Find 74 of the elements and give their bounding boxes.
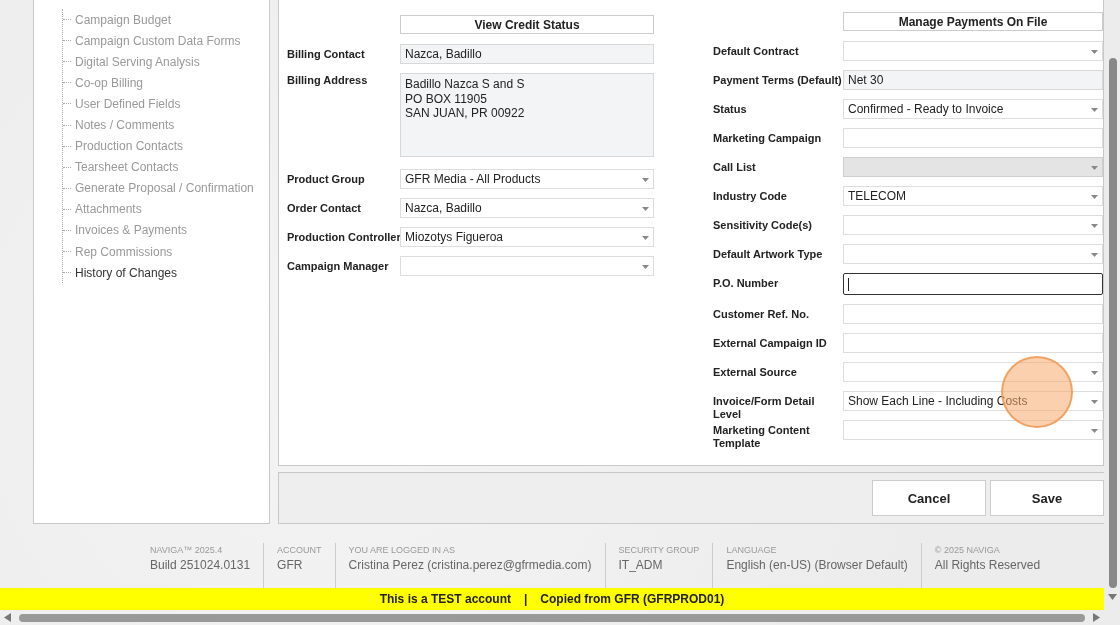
- footer-value: English (en-US) (Browser Default): [726, 557, 908, 573]
- select-field[interactable]: [843, 215, 1103, 235]
- select-field[interactable]: Show Each Line - Including Costs: [843, 391, 1103, 411]
- input-field[interactable]: Net 30: [843, 70, 1103, 90]
- field-label: Status: [713, 103, 748, 116]
- footer-caption: SECURITY GROUP: [618, 544, 700, 557]
- address-line: SAN JUAN, PR 00922: [405, 106, 525, 121]
- footer-caption: LANGUAGE: [726, 544, 778, 557]
- banner-text: |: [524, 592, 528, 606]
- field-label: Product Group: [287, 173, 365, 185]
- dropdown-caret-icon[interactable]: [1091, 224, 1098, 228]
- footer-caption: ACCOUNT: [277, 544, 322, 557]
- scroll-down-icon[interactable]: [1108, 594, 1117, 600]
- field-label: Payment Terms (Default): [713, 74, 843, 87]
- address-field[interactable]: Badillo Nazca S and S PO BOX 11905 SAN JUAN, PR 00922: [400, 73, 654, 157]
- select-field[interactable]: Nazca, Badillo: [400, 198, 654, 218]
- select-field[interactable]: Confirmed - Ready to Invoice: [843, 99, 1103, 119]
- footer-caption: NAVIGA™ 2025.4: [150, 544, 224, 557]
- field-label: Default Artwork Type: [713, 248, 824, 261]
- field-label: Sensitivity Code(s): [713, 219, 814, 232]
- footer-caption: YOU ARE LOGGED IN AS: [348, 544, 457, 557]
- field-label: External Campaign ID: [713, 337, 828, 350]
- field-label: Invoice/Form Detail Level: [713, 395, 816, 421]
- field-label: Campaign Manager: [287, 260, 389, 272]
- footer-value: GFR: [277, 557, 304, 573]
- field-label: P.O. Number: [713, 277, 780, 290]
- dropdown-caret-icon[interactable]: [642, 207, 649, 211]
- select-field[interactable]: [400, 256, 654, 276]
- field-label: Order Contact: [287, 202, 361, 214]
- dropdown-caret-icon[interactable]: [1091, 429, 1098, 433]
- banner-text: This is a TEST account: [379, 592, 511, 606]
- footer-value: IT_ADM: [618, 557, 664, 573]
- view-credit-button[interactable]: View Credit Status: [400, 15, 654, 34]
- field-label: Industry Code: [713, 190, 788, 203]
- scroll-left-icon[interactable]: [4, 613, 11, 622]
- dropdown-caret-icon[interactable]: [1091, 371, 1098, 375]
- input-field[interactable]: [843, 273, 1103, 295]
- select-field[interactable]: [843, 362, 1103, 382]
- cancel-button[interactable]: Cancel: [872, 480, 986, 516]
- manage-payments-button[interactable]: Manage Payments On File: [843, 12, 1103, 31]
- select-field[interactable]: [843, 244, 1103, 264]
- field-label: Marketing Content Template: [713, 424, 811, 450]
- select-field[interactable]: GFR Media - All Products: [400, 169, 654, 189]
- dropdown-caret-icon[interactable]: [1091, 50, 1098, 54]
- dropdown-caret-icon[interactable]: [642, 178, 649, 182]
- field-label: Default Contract: [713, 45, 800, 58]
- footer-value: Build 251024.0131: [150, 557, 251, 573]
- dropdown-caret-icon[interactable]: [642, 265, 649, 269]
- dropdown-caret-icon[interactable]: [642, 236, 649, 240]
- footer-caption: © 2025 NAVIGA: [934, 544, 1001, 557]
- dropdown-caret-icon[interactable]: [1091, 400, 1098, 404]
- field-label: Billing Contact: [287, 48, 365, 60]
- select-field[interactable]: TELECOM: [843, 186, 1103, 206]
- sidebar-item[interactable]: History of Changes: [75, 265, 178, 280]
- field-label: Production Controller: [287, 231, 401, 243]
- field-label: Billing Address: [287, 74, 368, 86]
- field-label: External Source: [713, 366, 798, 379]
- dropdown-caret-icon[interactable]: [1091, 253, 1098, 257]
- select-field[interactable]: [843, 420, 1103, 440]
- input-field[interactable]: Nazca, Badillo: [400, 44, 654, 64]
- footer-value: All Rights Reserved: [934, 557, 1041, 573]
- scroll-right-icon[interactable]: [1093, 613, 1100, 622]
- select-field[interactable]: [843, 41, 1103, 61]
- field-label: Customer Ref. No.: [713, 308, 810, 321]
- field-label: Marketing Campaign: [713, 132, 823, 145]
- dropdown-caret-icon[interactable]: [1091, 195, 1098, 199]
- address-line: PO BOX 11905: [405, 91, 487, 106]
- address-line: Badillo Nazca S and S: [405, 77, 525, 92]
- save-button[interactable]: Save: [990, 480, 1104, 516]
- footer-value: Cristina Perez (cristina.perez@gfrmedia.com): [348, 557, 592, 573]
- select-field[interactable]: Miozotys Figueroa: [400, 227, 654, 247]
- field-label: Call List: [713, 161, 757, 174]
- dropdown-caret-icon[interactable]: [1091, 108, 1098, 112]
- banner-text: Copied from GFR (GFRPROD01): [540, 592, 725, 606]
